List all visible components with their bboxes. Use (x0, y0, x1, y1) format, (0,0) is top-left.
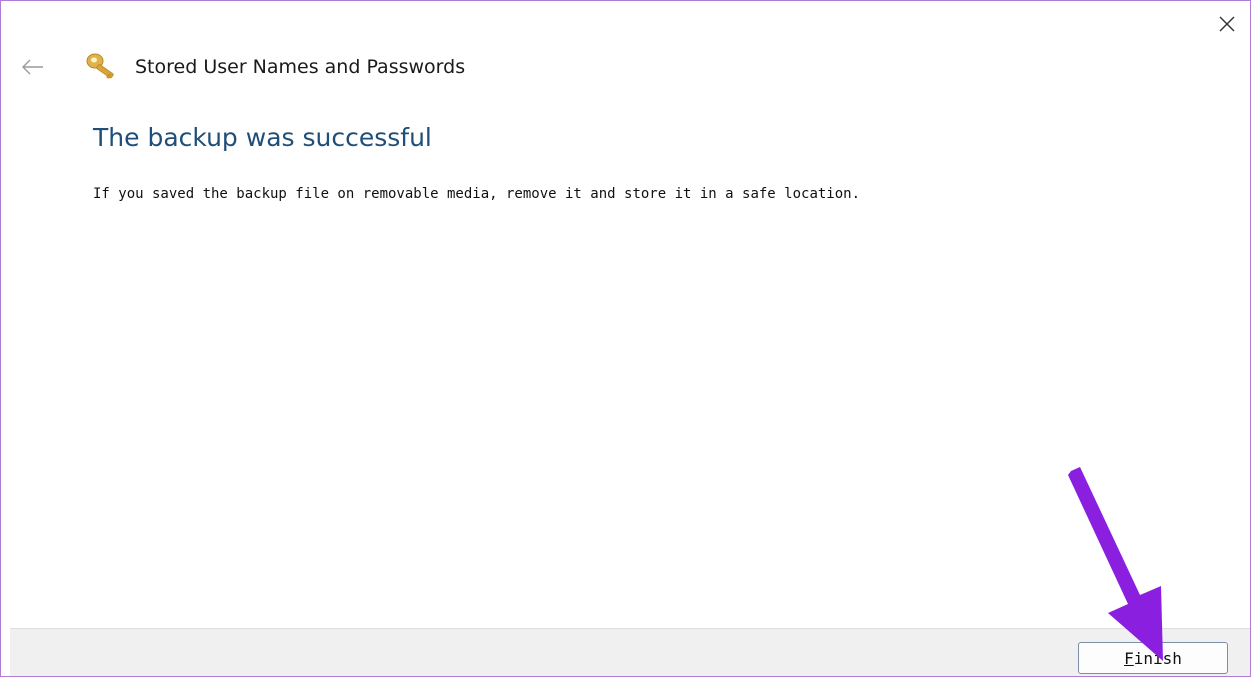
window-title: Stored User Names and Passwords (135, 56, 466, 78)
close-icon (1219, 16, 1235, 32)
annotation-arrow-icon (1068, 467, 1163, 661)
key-icon (86, 53, 114, 79)
info-message: If you saved the backup file on removabl… (93, 186, 861, 202)
close-button[interactable] (1212, 11, 1242, 37)
back-button[interactable] (17, 53, 49, 81)
wizard-footer (10, 628, 1250, 676)
back-arrow-icon (22, 59, 43, 75)
finish-label: inish (1133, 648, 1182, 668)
wizard-window: Stored User Names and Passwords The back… (0, 0, 1251, 677)
wizard-header: Stored User Names and Passwords (85, 51, 465, 83)
finish-mnemonic: F (1124, 648, 1134, 668)
page-heading: The backup was successful (93, 123, 432, 152)
finish-button[interactable]: Finish (1078, 642, 1228, 674)
